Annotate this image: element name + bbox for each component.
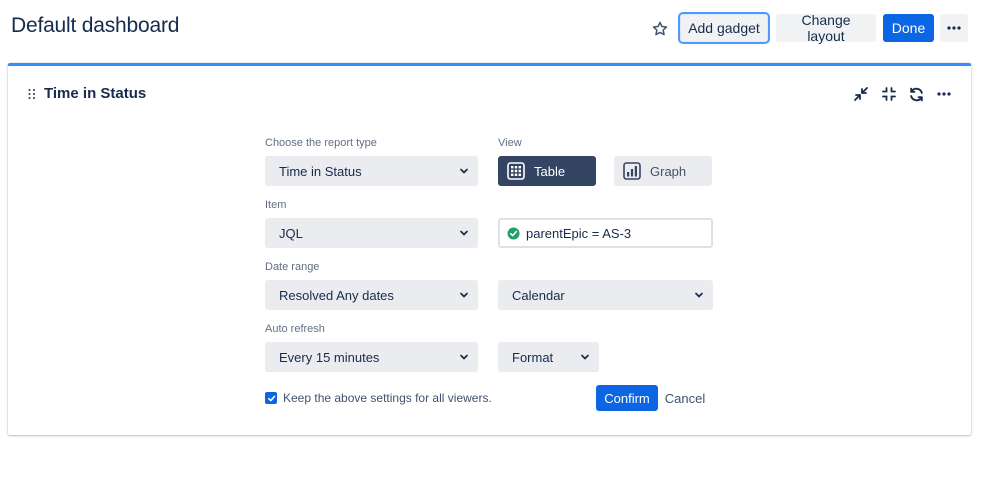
calendar-value: Calendar (512, 287, 565, 303)
jql-input[interactable]: parentEpic = AS-3 (498, 218, 713, 248)
drag-handle-icon[interactable] (27, 88, 37, 100)
header-more-button[interactable] (940, 14, 968, 42)
auto-refresh-value: Every 15 minutes (279, 349, 380, 365)
collapse-icon (882, 87, 896, 101)
chevron-down-icon (695, 292, 703, 298)
chevron-down-icon (581, 354, 589, 360)
cancel-button[interactable]: Cancel (663, 385, 707, 411)
table-icon (507, 162, 525, 180)
report-type-select[interactable]: Time in Status (265, 156, 478, 186)
auto-refresh-select[interactable]: Every 15 minutes (265, 342, 478, 372)
chevron-down-icon (460, 230, 468, 236)
star-icon (652, 21, 668, 36)
chevron-down-icon (460, 168, 468, 174)
bar-chart-icon (623, 162, 641, 180)
done-button[interactable]: Done (883, 14, 934, 42)
confirm-button[interactable]: Confirm (596, 385, 658, 411)
minimize-icon (854, 87, 868, 101)
page-title: Default dashboard (11, 14, 180, 37)
calendar-select[interactable]: Calendar (498, 280, 713, 310)
format-value: Format (512, 349, 554, 365)
report-type-value: Time in Status (279, 163, 362, 179)
view-graph-label: Graph (650, 163, 687, 179)
chevron-down-icon (460, 354, 468, 360)
keep-settings-label: Keep the above settings for all viewers. (283, 391, 492, 405)
view-table-button[interactable]: Table (498, 156, 596, 186)
chevron-down-icon (460, 292, 468, 298)
view-table-label: Table (534, 163, 566, 179)
jql-value: parentEpic = AS-3 (526, 225, 632, 241)
keep-settings-checkbox[interactable] (265, 392, 277, 404)
item-value: JQL (279, 225, 303, 241)
item-select[interactable]: JQL (265, 218, 478, 248)
collapse-button[interactable] (879, 84, 899, 104)
star-button[interactable] (648, 17, 672, 41)
date-range-select[interactable]: Resolved Any dates (265, 280, 478, 310)
gadget-title: Time in Status (44, 85, 147, 102)
check-circle-icon (507, 226, 520, 240)
date-range-value: Resolved Any dates (279, 287, 394, 303)
format-select[interactable]: Format (498, 342, 599, 372)
report-type-label: Choose the report type (265, 137, 377, 149)
item-label: Item (265, 199, 287, 211)
keep-settings-row: Keep the above settings for all viewers. (265, 391, 492, 405)
more-icon (937, 92, 951, 96)
refresh-button[interactable] (906, 84, 926, 104)
view-graph-button[interactable]: Graph (614, 156, 712, 186)
auto-refresh-label: Auto refresh (265, 323, 325, 335)
dashboard-header: Default dashboard Add gadget Change layo… (0, 0, 999, 58)
view-label: View (498, 137, 522, 149)
minimize-button[interactable] (851, 84, 871, 104)
add-gadget-button[interactable]: Add gadget (678, 12, 770, 44)
date-range-label: Date range (265, 261, 320, 273)
more-icon (947, 26, 961, 30)
checkmark-icon (267, 395, 275, 401)
change-layout-button[interactable]: Change layout (776, 12, 876, 44)
gadget-more-button[interactable] (934, 84, 954, 104)
gadget-panel: Time in Status Choose the report type Ti… (8, 63, 971, 435)
refresh-icon (909, 87, 923, 101)
